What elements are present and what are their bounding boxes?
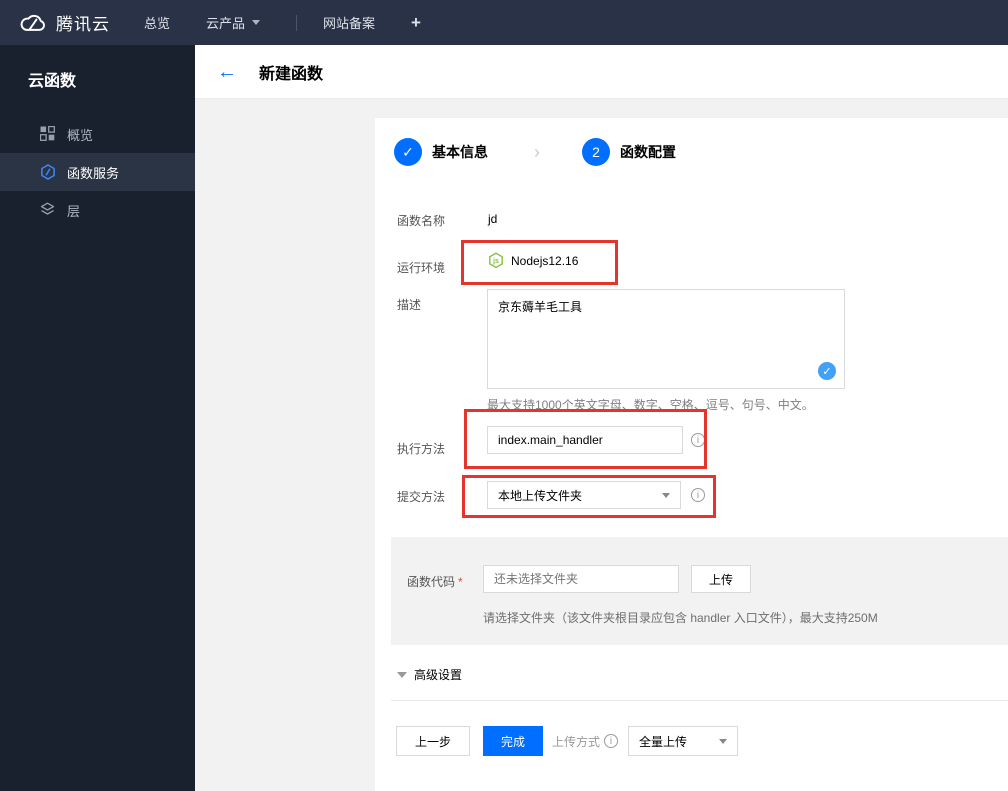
function-name-label: 函数名称 xyxy=(397,214,446,228)
advanced-settings-label: 高级设置 xyxy=(414,668,463,682)
sidebar-item-label: 函数服务 xyxy=(67,165,120,181)
sidebar-title: 云函数 xyxy=(28,73,77,90)
valid-check-icon: ✓ xyxy=(818,362,836,380)
runtime-label: 运行环境 xyxy=(397,261,446,275)
topnav-cloud-products[interactable]: 云产品 xyxy=(206,13,261,32)
description-label: 描述 xyxy=(397,298,422,312)
nodejs-icon: js xyxy=(488,252,504,269)
folder-path-input[interactable] xyxy=(483,565,679,593)
handler-input[interactable] xyxy=(487,426,683,454)
step-separator-icon: › xyxy=(534,141,540,162)
advanced-settings-toggle[interactable]: 高级设置 xyxy=(397,666,462,683)
topbar: 腾讯云 总览 云产品 网站备案 + xyxy=(0,0,1008,45)
submit-method-select[interactable]: 本地上传文件夹 xyxy=(487,481,681,509)
create-function-card: ✓ 基本信息 › 2 函数配置 函数名称 jd 运行环境 js Nodejs12… xyxy=(375,118,1008,791)
topnav: 总览 云产品 网站备案 + xyxy=(144,13,457,33)
topnav-overview[interactable]: 总览 xyxy=(144,13,170,32)
upload-button[interactable]: 上传 xyxy=(691,565,751,593)
upload-mode-info-icon[interactable]: i xyxy=(604,734,619,748)
runtime-text: Nodejs12.16 xyxy=(511,253,579,268)
svg-text:js: js xyxy=(492,258,499,265)
upload-mode-value: 全量上传 xyxy=(639,734,688,749)
back-arrow-icon[interactable]: ← xyxy=(217,62,237,82)
submit-method-value: 本地上传文件夹 xyxy=(498,488,583,503)
select-caret-icon xyxy=(719,738,727,744)
layers-icon xyxy=(40,202,56,218)
function-code-label: 函数代码 * xyxy=(407,575,463,589)
brand-home-link[interactable]: 腾讯云 xyxy=(18,10,110,35)
handler-label: 执行方法 xyxy=(397,442,446,456)
description-textarea-wrap: 京东薅羊毛工具 ✓ xyxy=(487,289,845,389)
select-caret-icon xyxy=(662,492,670,498)
runtime-value: js Nodejs12.16 xyxy=(488,252,578,269)
step2-label: 函数配置 xyxy=(620,144,676,160)
triangle-down-icon xyxy=(397,671,407,678)
previous-step-button[interactable]: 上一步 xyxy=(396,726,470,756)
step1-check-icon: ✓ xyxy=(394,138,422,166)
handler-info-icon[interactable]: i xyxy=(691,433,705,447)
upload-mode-select[interactable]: 全量上传 xyxy=(628,726,738,756)
upload-mode-label: 上传方式 xyxy=(552,734,601,749)
step2-number: 2 xyxy=(582,138,610,166)
chevron-down-icon xyxy=(252,20,261,25)
sidebar-item-label: 层 xyxy=(67,203,81,219)
topnav-divider xyxy=(296,14,298,31)
page-header: ← 新建函数 xyxy=(195,45,1008,99)
sidebar-item-label: 概览 xyxy=(67,127,94,143)
sidebar-item-layers[interactable]: 层 xyxy=(0,191,195,229)
function-code-section: 函数代码* 上传 请选择文件夹（该文件夹根目录应包含 handler 入口文件）… xyxy=(391,537,1008,645)
footer-divider xyxy=(391,700,1008,701)
function-name-value: jd xyxy=(488,212,498,226)
brand-name: 腾讯云 xyxy=(56,15,110,34)
function-code-help: 请选择文件夹（该文件夹根目录应包含 handler 入口文件），最大支持250M xyxy=(483,611,878,625)
step1-label: 基本信息 xyxy=(432,144,488,160)
sidebar: 云函数 概览 函数服务 层 xyxy=(0,45,195,791)
submit-method-label: 提交方法 xyxy=(397,490,446,504)
finish-button[interactable]: 完成 xyxy=(483,726,543,756)
page-title: 新建函数 xyxy=(259,65,324,83)
add-tab-button[interactable]: + xyxy=(411,13,421,33)
submit-method-info-icon[interactable]: i xyxy=(691,488,705,502)
step-indicator: ✓ 基本信息 › 2 函数配置 xyxy=(394,138,676,166)
sidebar-item-overview[interactable]: 概览 xyxy=(0,115,195,153)
description-help: 最大支持1000个英文字母、数字、空格、逗号、句号、中文。 xyxy=(487,398,814,412)
function-icon xyxy=(40,164,56,180)
tencent-cloud-logo-icon xyxy=(18,12,48,34)
sidebar-item-function-service[interactable]: 函数服务 xyxy=(0,153,195,191)
grid-icon xyxy=(40,126,56,142)
topnav-website-icp[interactable]: 网站备案 xyxy=(323,13,375,32)
required-asterisk: * xyxy=(458,575,463,589)
upload-mode: 上传方式 i xyxy=(552,726,619,756)
description-textarea[interactable]: 京东薅羊毛工具 xyxy=(488,290,844,388)
